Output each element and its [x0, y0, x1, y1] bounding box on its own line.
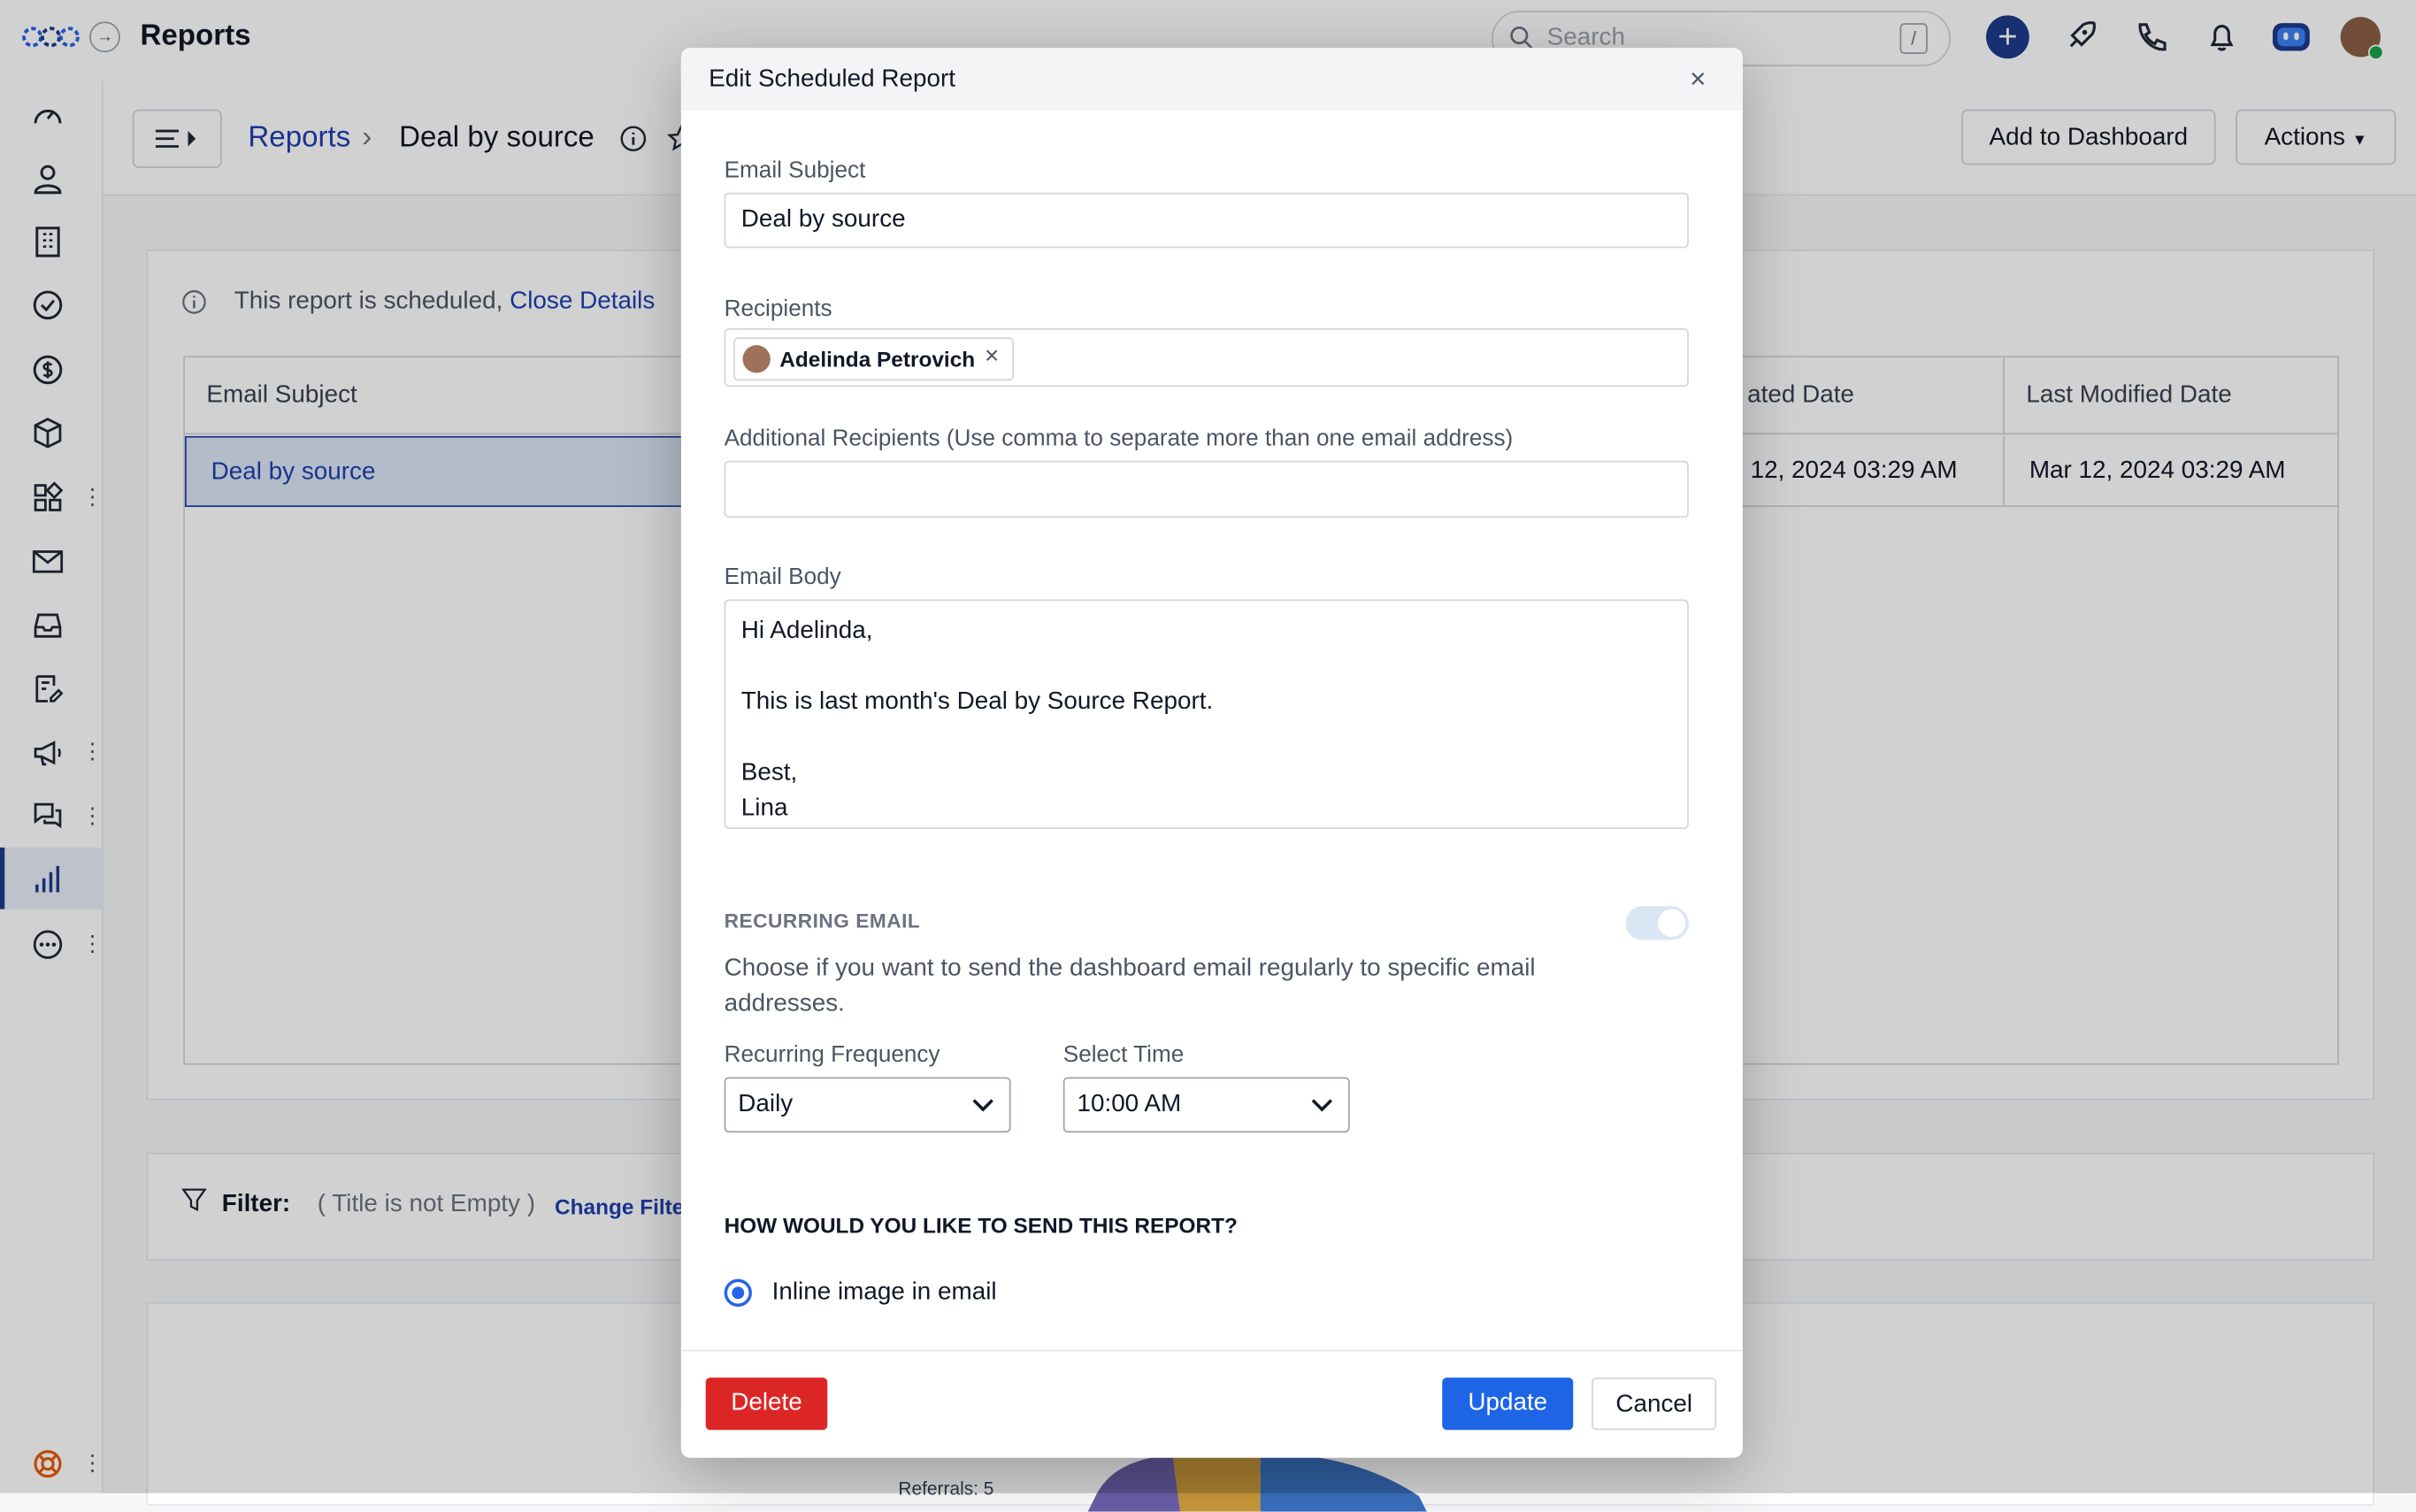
- modal-header: Edit Scheduled Report ×: [680, 47, 1743, 111]
- select-time-label: Select Time: [1062, 1041, 1185, 1068]
- additional-recipients-label: Additional Recipients (Use comma to sepa…: [724, 425, 1514, 452]
- modal-title: Edit Scheduled Report: [709, 65, 956, 93]
- delete-button[interactable]: Delete: [705, 1378, 828, 1431]
- recurring-email-heading: RECURRING EMAIL: [724, 909, 921, 933]
- update-button[interactable]: Update: [1442, 1378, 1574, 1431]
- recurring-email-toggle[interactable]: [1625, 906, 1689, 940]
- inline-image-radio[interactable]: [724, 1278, 752, 1307]
- recurring-frequency-value: Daily: [738, 1091, 794, 1117]
- close-icon[interactable]: ×: [1684, 65, 1712, 92]
- remove-recipient-icon[interactable]: ×: [985, 343, 999, 371]
- recurring-frequency-label: Recurring Frequency: [724, 1041, 940, 1068]
- recurring-email-description: Choose if you want to send the dashboard…: [724, 955, 1536, 1017]
- select-time-value: 10:00 AM: [1077, 1091, 1182, 1117]
- recipients-field[interactable]: Adelinda Petrovich ×: [724, 327, 1689, 388]
- cancel-button[interactable]: Cancel: [1591, 1378, 1717, 1431]
- email-body-textarea[interactable]: Hi Adelinda, This is last month's Deal b…: [724, 599, 1689, 830]
- modal-footer: Delete Update Cancel: [680, 1349, 1743, 1458]
- edit-scheduled-report-modal: Edit Scheduled Report × Email Subject Re…: [680, 47, 1743, 1458]
- send-method-heading: HOW WOULD YOU LIKE TO SEND THIS REPORT?: [724, 1212, 1238, 1238]
- additional-recipients-input[interactable]: [724, 460, 1689, 518]
- email-subject-input[interactable]: [724, 192, 1689, 249]
- recurring-frequency-select[interactable]: Daily: [724, 1077, 1011, 1133]
- toggle-knob: [1658, 909, 1686, 937]
- select-time-select[interactable]: 10:00 AM: [1062, 1077, 1350, 1133]
- email-subject-label: Email Subject: [724, 157, 866, 184]
- email-body-label: Email Body: [724, 564, 841, 591]
- recipient-chip: Adelinda Petrovich ×: [733, 337, 1015, 381]
- chevron-down-icon: [1311, 1099, 1333, 1112]
- recipient-avatar: [742, 345, 771, 373]
- chevron-down-icon: [972, 1099, 993, 1112]
- inline-image-label[interactable]: Inline image in email: [772, 1279, 997, 1307]
- recipient-name: Adelinda Petrovich: [779, 346, 976, 372]
- recipients-label: Recipients: [724, 295, 832, 323]
- email-body-text: Hi Adelinda, This is last month's Deal b…: [740, 618, 1214, 822]
